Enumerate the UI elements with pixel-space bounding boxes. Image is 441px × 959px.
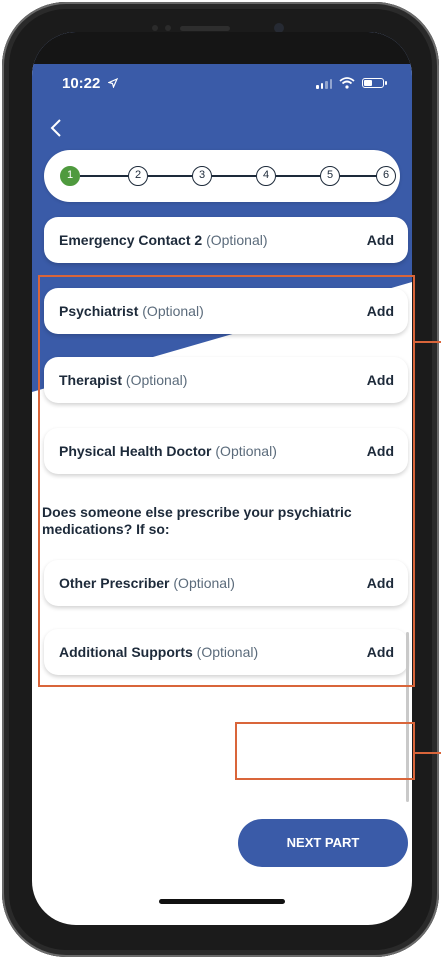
callout-line (415, 341, 441, 343)
signal-icon (316, 78, 332, 89)
emergency-contact-2-card[interactable]: Emergency Contact 2 (Optional) Add (44, 217, 408, 263)
add-button[interactable]: Add (367, 232, 394, 248)
step-3[interactable]: 3 (192, 166, 212, 186)
wifi-icon (339, 77, 355, 89)
stepper-line (148, 175, 192, 177)
highlight-box-contacts (38, 275, 415, 687)
battery-icon (362, 78, 387, 88)
card-title: Emergency Contact 2 (Optional) (59, 232, 268, 248)
highlight-box-next (235, 722, 415, 780)
progress-stepper: 1 2 3 4 5 6 (44, 150, 400, 202)
step-5[interactable]: 5 (320, 166, 340, 186)
callout-line (415, 752, 441, 754)
chevron-left-icon[interactable] (44, 115, 70, 141)
sensor-dot (165, 25, 171, 31)
next-part-button[interactable]: NEXT PART (238, 819, 408, 867)
status-time: 10:22 (62, 75, 118, 92)
speaker-grille (180, 26, 230, 31)
step-1[interactable]: 1 (60, 166, 80, 186)
step-6[interactable]: 6 (376, 166, 396, 186)
status-bar: 10:22 (32, 64, 412, 106)
home-indicator[interactable] (159, 899, 285, 904)
sensor-dot (152, 25, 158, 31)
stepper-line (212, 175, 256, 177)
stepper-line (80, 175, 128, 177)
location-arrow-icon (106, 77, 118, 89)
step-4[interactable]: 4 (256, 166, 276, 186)
status-icons (316, 77, 387, 89)
step-2[interactable]: 2 (128, 166, 148, 186)
notch-area (32, 32, 412, 64)
stepper-line (276, 175, 320, 177)
